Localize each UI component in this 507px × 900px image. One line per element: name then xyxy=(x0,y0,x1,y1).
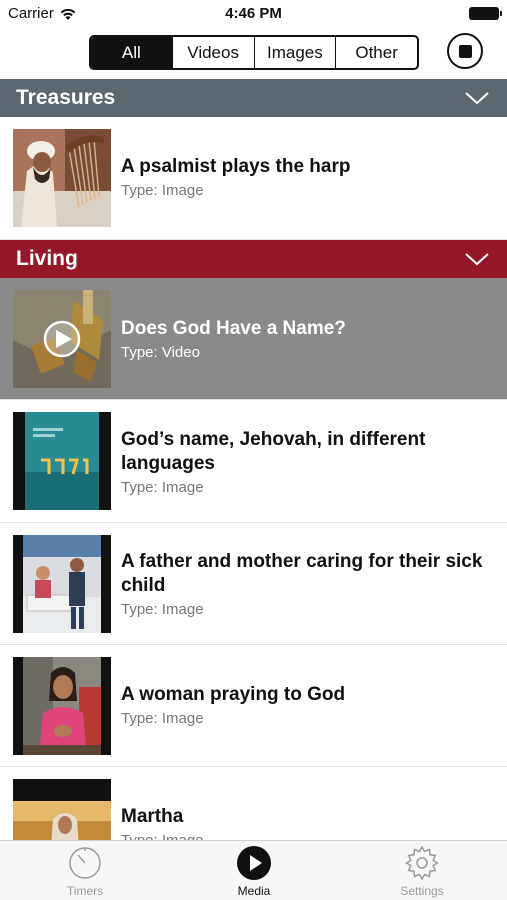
section-header-living[interactable]: Living xyxy=(0,240,507,278)
media-list-item-selected[interactable]: Does God Have a Name? Type: Video xyxy=(0,278,507,400)
media-thumbnail xyxy=(13,657,111,755)
media-item-title: A psalmist plays the harp xyxy=(121,156,351,177)
media-item-title: God’s name, Jehovah, in different langua… xyxy=(121,429,426,474)
tab-label: Timers xyxy=(66,884,104,898)
media-item-title: Does God Have a Name? xyxy=(121,318,346,339)
battery-icon xyxy=(469,7,502,20)
gear-icon xyxy=(405,845,439,881)
media-filter-segmented-control: All Videos Images Other xyxy=(89,35,419,70)
media-item-title: A father and mother caring for their sic… xyxy=(121,551,483,596)
tab-bar: Timers Media Settings xyxy=(0,840,507,900)
media-item-text: A father and mother caring for their sic… xyxy=(121,550,487,618)
media-item-type: Type: Image xyxy=(121,182,204,199)
filter-videos-button[interactable]: Videos xyxy=(171,37,254,68)
media-item-text: Does God Have a Name? Type: Video xyxy=(121,317,487,361)
media-item-text: A psalmist plays the harp Type: Image xyxy=(121,155,487,199)
filter-toolbar: All Videos Images Other xyxy=(0,28,507,80)
tab-timers[interactable]: Timers xyxy=(35,845,135,898)
section-header-treasures[interactable]: Treasures xyxy=(0,79,507,117)
video-thumbnail xyxy=(13,290,111,388)
media-thumbnail xyxy=(13,535,111,633)
media-item-type: Type: Image xyxy=(121,710,204,727)
media-list-item[interactable]: A father and mother caring for their sic… xyxy=(0,523,507,645)
section-title: Living xyxy=(16,247,78,270)
media-item-title: A woman praying to God xyxy=(121,684,346,705)
media-item-type: Type: Image xyxy=(121,479,204,496)
media-item-title: Martha xyxy=(121,806,184,827)
chevron-down-icon[interactable] xyxy=(465,88,489,108)
media-list-item[interactable]: A woman praying to God Type: Image xyxy=(0,645,507,767)
tab-label: Media xyxy=(237,884,271,898)
filter-other-button[interactable]: Other xyxy=(335,37,417,68)
filter-images-button[interactable]: Images xyxy=(253,37,336,68)
media-item-type: Type: Video xyxy=(121,344,200,361)
tab-media[interactable]: Media xyxy=(204,845,304,898)
filter-all-button[interactable]: All xyxy=(91,37,172,68)
media-thumbnail xyxy=(13,412,111,510)
stop-button[interactable] xyxy=(447,33,483,69)
section-title: Treasures xyxy=(16,86,116,109)
media-list-item[interactable]: God’s name, Jehovah, in different langua… xyxy=(0,400,507,523)
chevron-down-icon[interactable] xyxy=(465,249,489,269)
media-item-type: Type: Image xyxy=(121,601,204,618)
media-item-text: God’s name, Jehovah, in different langua… xyxy=(121,428,487,496)
stop-icon xyxy=(458,44,472,58)
tab-label: Settings xyxy=(400,884,444,898)
play-icon xyxy=(237,846,271,880)
timer-icon xyxy=(69,847,101,879)
status-bar: Carrier 4:46 PM xyxy=(0,0,507,28)
media-list-item[interactable]: A psalmist plays the harp Type: Image xyxy=(0,117,507,240)
tab-settings[interactable]: Settings xyxy=(372,845,472,898)
media-thumbnail xyxy=(13,129,111,227)
clock: 4:46 PM xyxy=(225,5,282,22)
media-item-text: A woman praying to God Type: Image xyxy=(121,683,487,727)
